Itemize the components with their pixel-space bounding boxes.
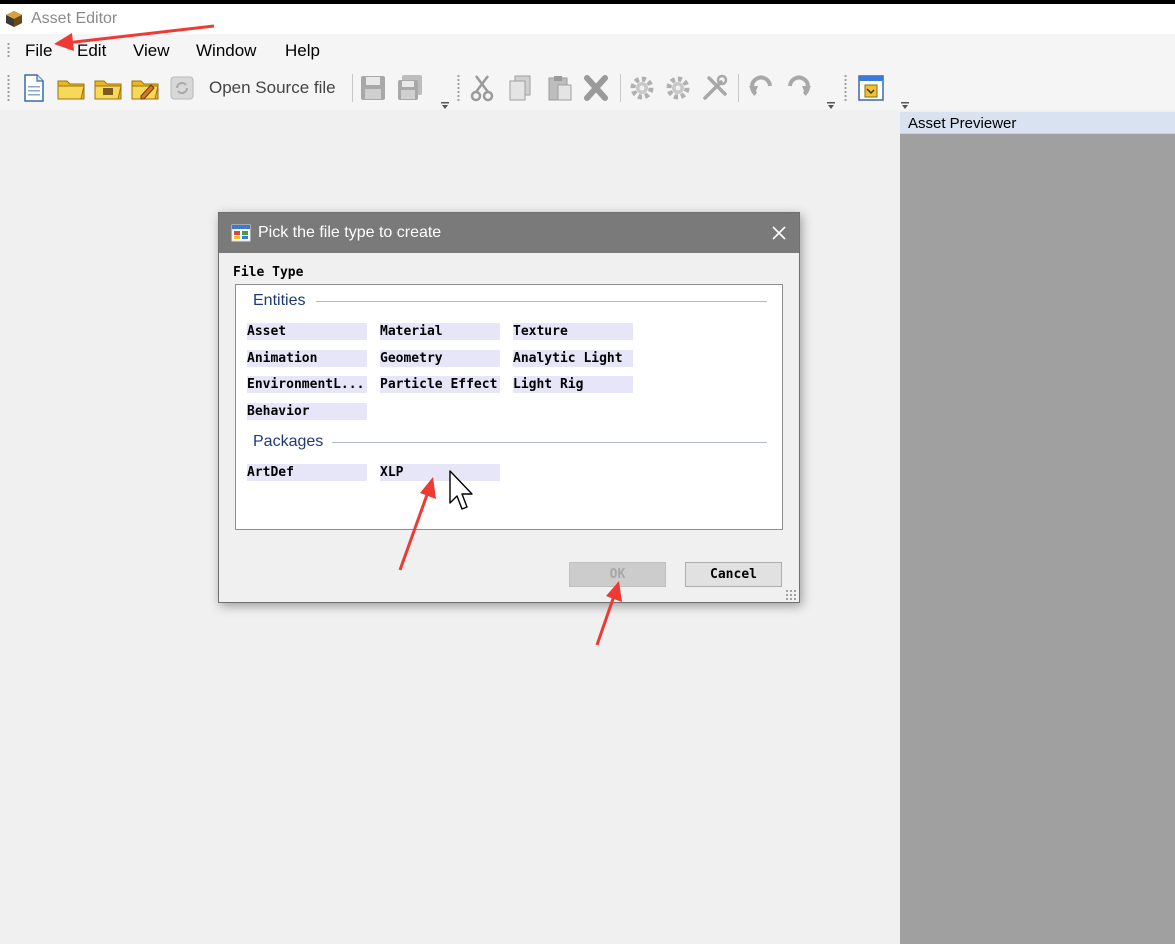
undo-icon: [746, 73, 776, 103]
file-type-item[interactable]: Light Rig: [513, 376, 633, 393]
dialog-form-icon: [231, 223, 251, 243]
section-divider: [332, 442, 767, 443]
menu-bar: File Edit View Window Help: [0, 34, 1175, 66]
open-folder-icon[interactable]: [93, 73, 123, 103]
toolbar-separator: [352, 74, 353, 102]
delete-icon: [581, 73, 611, 103]
gear-icon: [627, 73, 657, 103]
new-file-icon[interactable]: [19, 73, 49, 103]
title-bar: Asset Editor: [0, 4, 1175, 34]
toolbar-separator: [620, 74, 621, 102]
toolbar-grip-handle[interactable]: [7, 74, 10, 102]
tools-icon: [700, 73, 730, 103]
toolbar-overflow-icon[interactable]: [826, 96, 836, 109]
file-type-item[interactable]: XLP: [380, 464, 500, 481]
redo-icon: [784, 73, 814, 103]
gear-icon: [663, 73, 693, 103]
file-type-item[interactable]: Material: [380, 323, 500, 340]
file-type-item[interactable]: Asset: [247, 323, 367, 340]
menu-view[interactable]: View: [133, 41, 170, 61]
cut-icon: [467, 73, 497, 103]
cancel-button[interactable]: Cancel: [685, 562, 782, 587]
window-title: Asset Editor: [31, 10, 118, 27]
toolbar-grip-handle[interactable]: [844, 74, 847, 102]
window-icon[interactable]: [856, 73, 886, 103]
menu-grip-handle[interactable]: [7, 42, 10, 58]
menu-edit[interactable]: Edit: [77, 41, 106, 61]
refresh-icon: [167, 73, 197, 103]
file-type-item[interactable]: Texture: [513, 323, 633, 340]
dialog-title-bar[interactable]: Pick the file type to create: [219, 213, 799, 253]
asset-previewer-header[interactable]: Asset Previewer: [900, 112, 1175, 134]
file-type-item[interactable]: Analytic Light: [513, 350, 633, 367]
close-icon[interactable]: [767, 221, 791, 245]
section-divider: [316, 301, 767, 302]
file-type-item[interactable]: Geometry: [380, 350, 500, 367]
file-type-list: Entities Asset Material Texture Animatio…: [235, 284, 783, 530]
resize-grip-handle[interactable]: [785, 589, 797, 601]
section-header-entities: Entities: [253, 292, 306, 309]
file-type-item[interactable]: Particle Effect: [380, 376, 500, 393]
asset-previewer-title: Asset Previewer: [908, 115, 1017, 132]
open-source-file-button[interactable]: Open Source file: [209, 78, 336, 98]
pick-file-type-dialog: Pick the file type to create File Type E…: [218, 212, 800, 603]
file-type-label: File Type: [233, 265, 304, 280]
save-all-icon: [395, 73, 425, 103]
edit-folder-icon[interactable]: [130, 73, 160, 103]
toolbar: Open Source file: [0, 66, 1175, 110]
copy-icon: [505, 73, 535, 103]
paste-icon: [545, 73, 575, 103]
menu-file[interactable]: File: [25, 41, 52, 61]
toolbar-overflow-icon[interactable]: [900, 96, 910, 109]
dialog-title: Pick the file type to create: [258, 224, 442, 241]
open-folder-icon[interactable]: [56, 73, 86, 103]
file-type-item[interactable]: Behavior: [247, 403, 367, 420]
app-logo-icon: [4, 10, 24, 28]
section-header-packages: Packages: [253, 433, 324, 450]
file-type-item[interactable]: EnvironmentL...: [247, 376, 367, 393]
ok-button[interactable]: OK: [569, 562, 666, 587]
menu-help[interactable]: Help: [285, 41, 320, 61]
toolbar-overflow-icon[interactable]: [440, 96, 450, 109]
file-type-item[interactable]: Animation: [247, 350, 367, 367]
menu-window[interactable]: Window: [196, 41, 256, 61]
asset-previewer-panel: Asset Previewer: [900, 112, 1175, 944]
toolbar-grip-handle[interactable]: [457, 74, 460, 102]
save-icon: [358, 73, 388, 103]
file-type-item[interactable]: ArtDef: [247, 464, 367, 481]
toolbar-separator: [738, 74, 739, 102]
